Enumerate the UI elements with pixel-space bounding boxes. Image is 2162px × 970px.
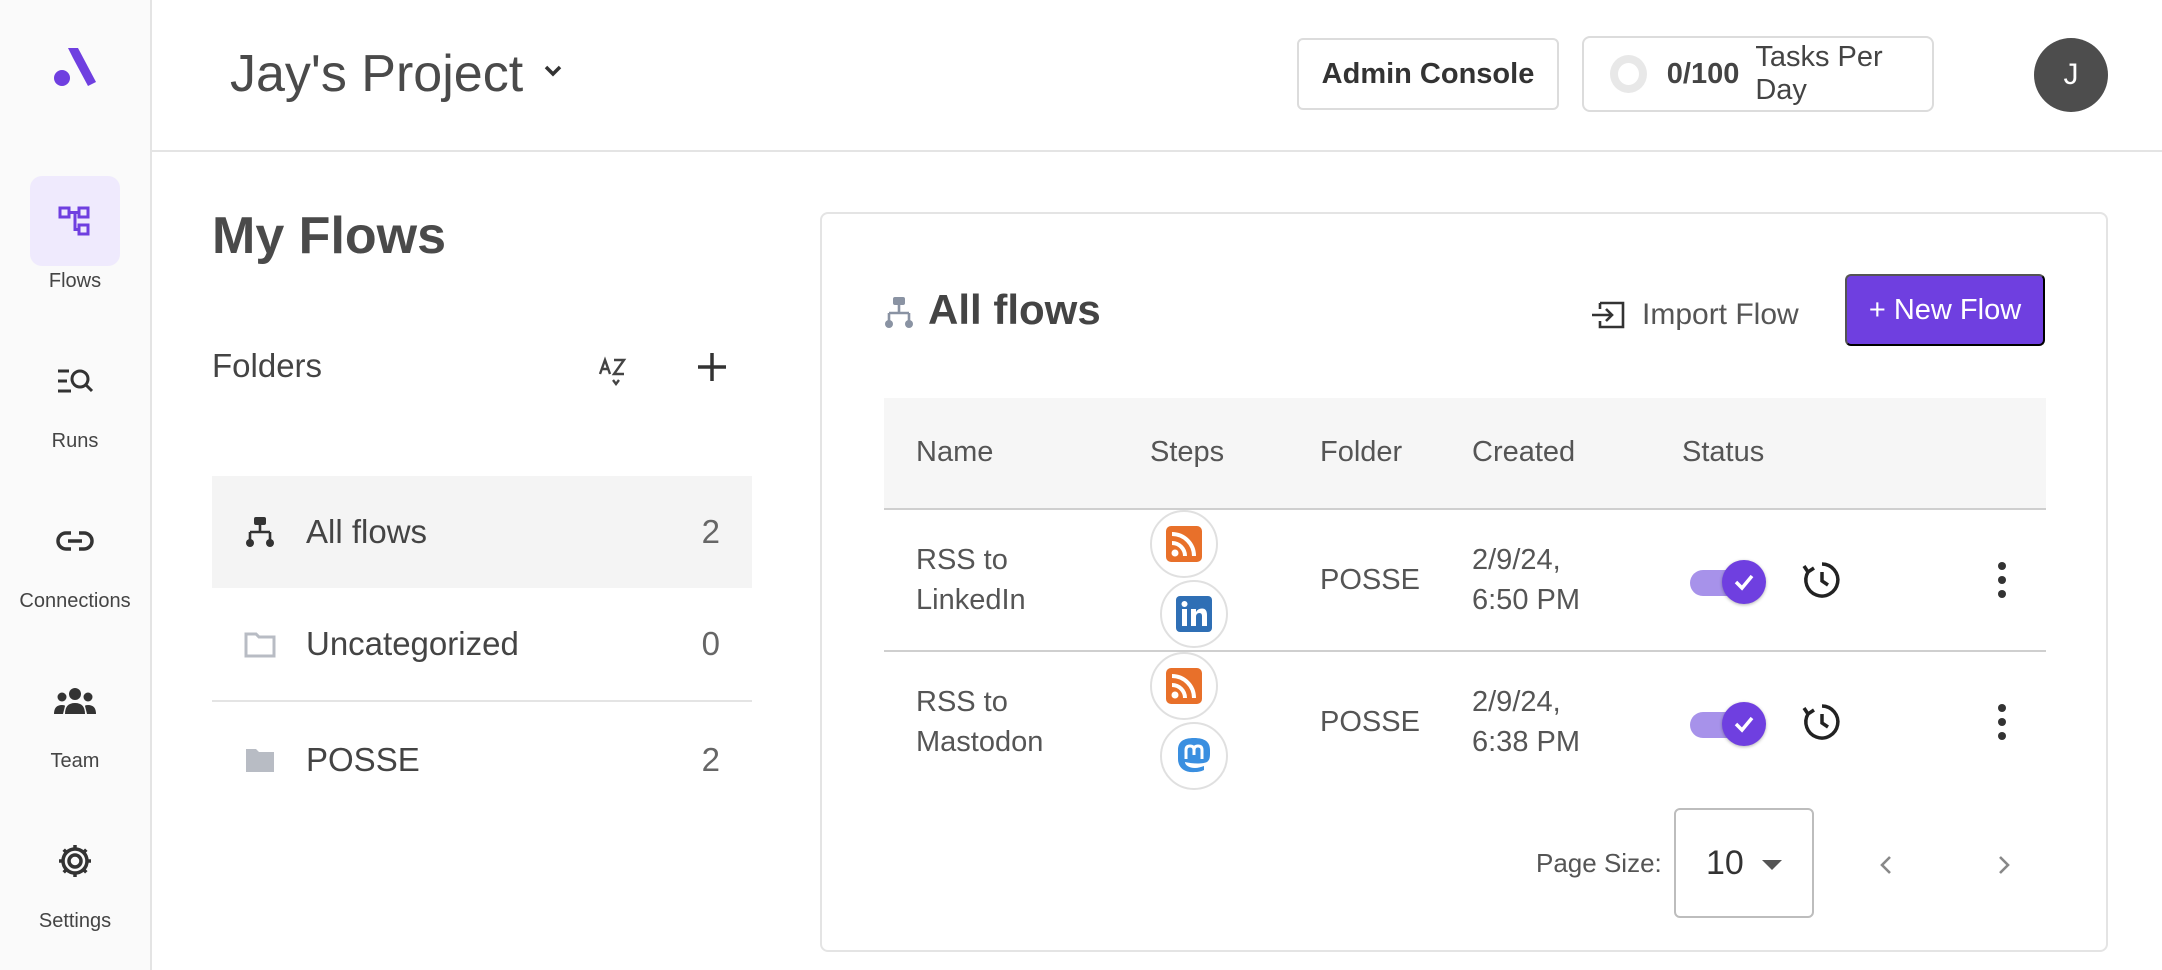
- top-header: Jay's Project Admin Console 0/100 Tasks …: [152, 0, 2162, 152]
- column-header-name[interactable]: Name: [916, 436, 993, 469]
- team-icon: [54, 688, 96, 714]
- check-icon: [1734, 574, 1754, 591]
- folders-heading: Folders: [212, 347, 323, 384]
- column-header-folder: Folder: [1320, 436, 1403, 468]
- import-icon: [1592, 301, 1625, 329]
- sidebar-item-label: Flows: [48, 270, 102, 292]
- folder-name: All flows: [306, 513, 428, 550]
- sidebar-item-label: Settings: [38, 910, 112, 932]
- import-flow-button[interactable]: Import Flow: [1590, 290, 1799, 340]
- folder-item-all-flows[interactable]: All flows 2: [212, 476, 752, 588]
- flows-icon: [58, 206, 90, 236]
- column-header-created[interactable]: Created: [1472, 436, 1575, 469]
- folder-outline-icon: [242, 626, 278, 662]
- app-logo-icon[interactable]: [50, 44, 100, 90]
- chevron-left-icon[interactable]: [1872, 850, 1902, 880]
- new-flow-button[interactable]: + New Flow: [1845, 274, 2045, 346]
- table-row[interactable]: RSS to Mastodon POSSE 2/9/24, 6:38 PM: [884, 652, 2046, 796]
- table-header: Name Steps Folder Created Status: [884, 398, 2046, 510]
- history-icon[interactable]: [1800, 558, 1844, 602]
- page-size-select[interactable]: 10: [1674, 808, 1814, 918]
- flow-enabled-toggle[interactable]: [1690, 560, 1766, 604]
- project-title[interactable]: Jay's Project: [230, 44, 523, 104]
- more-vertical-icon[interactable]: [1992, 700, 2012, 744]
- flows-card: All flows Import Flow + New Flow Name St…: [820, 212, 2108, 952]
- flow-folder: POSSE: [1320, 706, 1420, 738]
- sort-az-icon[interactable]: [596, 350, 636, 390]
- sidebar-item-settings[interactable]: Settings: [0, 816, 150, 933]
- link-icon: [56, 531, 94, 551]
- chevron-right-icon[interactable]: [1988, 850, 2018, 880]
- tasks-label: Tasks Per Day: [1755, 41, 1883, 106]
- rss-icon: [1150, 652, 1218, 720]
- progress-ring-icon: [1610, 55, 1647, 93]
- folder-count: 0: [701, 625, 720, 662]
- folder-item-posse[interactable]: POSSE 2: [212, 704, 752, 816]
- avatar[interactable]: J: [2034, 38, 2108, 112]
- sidebar-item-team[interactable]: Team: [0, 656, 150, 773]
- flow-tree-icon: [242, 514, 278, 550]
- folder-count: 2: [701, 513, 720, 550]
- import-flow-label: Import Flow: [1642, 298, 1799, 331]
- page-size-value: 10: [1706, 843, 1744, 882]
- sidebar-item-label: Connections: [19, 590, 131, 612]
- folder-name: POSSE: [306, 741, 420, 778]
- mastodon-icon: [1160, 722, 1228, 790]
- caret-down-icon: [1762, 860, 1782, 870]
- folder-count: 2: [701, 741, 720, 778]
- linkedin-icon: [1160, 580, 1228, 648]
- table-row[interactable]: RSS to LinkedIn POSSE 2/9/24, 6:50 PM: [884, 510, 2046, 652]
- sidebar-item-flows[interactable]: Flows: [0, 176, 150, 293]
- tasks-count: 0/100: [1666, 57, 1740, 90]
- folder-divider: [212, 700, 752, 702]
- folder-filled-icon: [242, 742, 278, 778]
- flow-created: 2/9/24, 6:38 PM: [1472, 686, 1580, 758]
- runs-icon: [58, 369, 94, 393]
- check-icon: [1734, 716, 1754, 733]
- rss-icon: [1150, 510, 1218, 578]
- add-folder-icon[interactable]: [690, 345, 734, 389]
- flow-created: 2/9/24, 6:50 PM: [1472, 544, 1580, 616]
- sidebar: Flows Runs Connections Team Settings: [0, 0, 152, 970]
- flow-folder: POSSE: [1320, 564, 1420, 596]
- chevron-down-icon[interactable]: [538, 56, 568, 86]
- more-vertical-icon[interactable]: [1992, 558, 2012, 602]
- admin-console-button[interactable]: Admin Console: [1297, 38, 1559, 110]
- page-size-label: Page Size:: [1536, 848, 1662, 878]
- tasks-usage-badge[interactable]: 0/100 Tasks Per Day: [1582, 36, 1934, 112]
- sidebar-item-runs[interactable]: Runs: [0, 336, 150, 453]
- gear-icon: [59, 845, 91, 877]
- sidebar-item-label: Runs: [51, 430, 99, 452]
- flow-tree-icon: [885, 297, 913, 328]
- column-header-steps: Steps: [1150, 436, 1225, 468]
- flow-enabled-toggle[interactable]: [1690, 702, 1766, 746]
- flow-name[interactable]: RSS to LinkedIn: [916, 540, 1026, 620]
- sidebar-item-label: Team: [50, 750, 100, 772]
- card-title: All flows: [928, 286, 1101, 333]
- folder-item-uncategorized[interactable]: Uncategorized 0: [212, 588, 752, 700]
- sidebar-item-connections[interactable]: Connections: [0, 496, 150, 613]
- page-title: My Flows: [212, 207, 447, 265]
- column-header-status: Status: [1682, 436, 1765, 468]
- history-icon[interactable]: [1800, 700, 1844, 744]
- folder-name: Uncategorized: [306, 625, 519, 662]
- flow-name[interactable]: RSS to Mastodon: [916, 682, 1043, 762]
